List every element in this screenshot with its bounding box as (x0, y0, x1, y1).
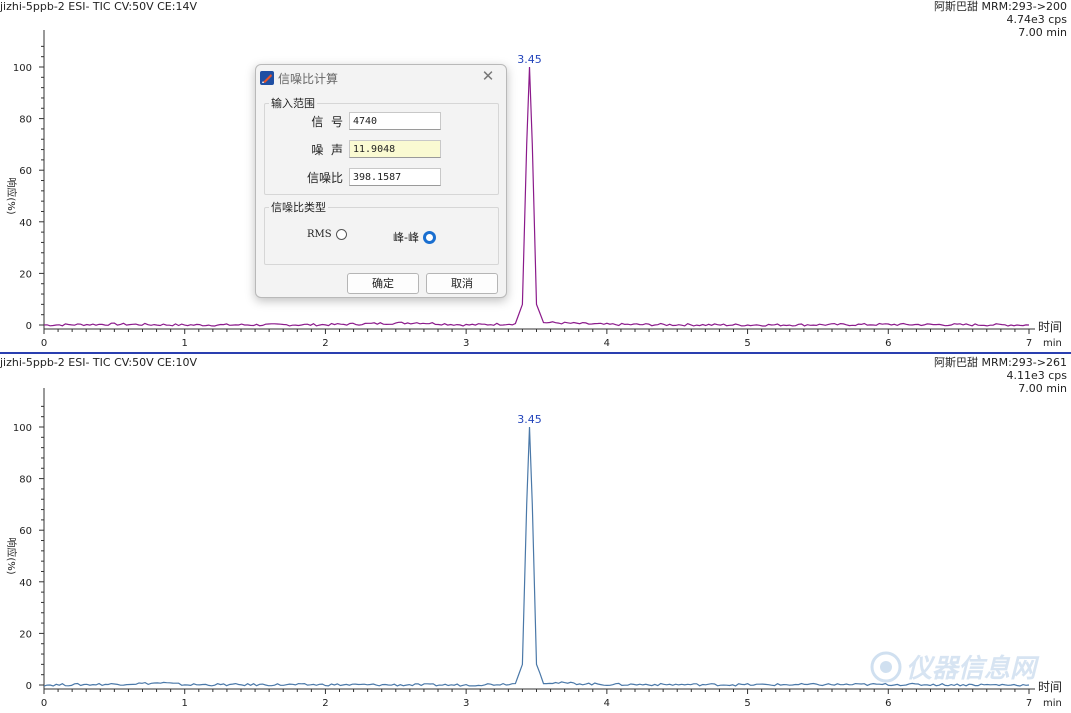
top-y-tick-label: 0 (26, 321, 32, 332)
watermark-logo-icon (870, 651, 902, 682)
snr-type-group: 信噪比类型 RMS 峰-峰 (264, 199, 499, 265)
top-x-tick-label: 2 (322, 338, 328, 349)
bottom-x-tick-label: 3 (463, 698, 469, 709)
bottom-x-tick-label: 4 (604, 698, 610, 709)
app-logo-icon (260, 71, 274, 85)
bottom-y-tick-label: 60 (19, 526, 32, 537)
top-x-tick-label: 5 (744, 338, 750, 349)
bottom-peak-label: 3.45 (517, 413, 542, 426)
peak-to-peak-option[interactable]: 峰-峰 (393, 229, 436, 245)
peak-to-peak-radio[interactable] (422, 230, 436, 244)
dialog-titlebar: 信噪比计算 (260, 69, 338, 87)
bottom-y-tick-label: 0 (26, 681, 32, 692)
top-x-tick-label: 4 (604, 338, 610, 349)
bottom-x-tick-label: 0 (41, 698, 47, 709)
close-icon[interactable]: ✕ (480, 68, 496, 84)
snr-type-legend: 信噪比类型 (269, 199, 328, 215)
bottom-x-tick-label: 2 (322, 698, 328, 709)
top-x-tick-label: 0 (41, 338, 47, 349)
top-x-unit-label: 时间 (1038, 320, 1062, 334)
top-x-unit-sub: min (1043, 338, 1062, 349)
top-y-tick-label: 20 (19, 269, 32, 280)
bottom-x-unit-sub: min (1043, 698, 1062, 709)
bottom-y-tick-label: 100 (13, 423, 32, 434)
ok-button[interactable]: 确定 (347, 273, 419, 294)
rms-radio[interactable] (335, 229, 347, 240)
peak-to-peak-label: 峰-峰 (393, 231, 419, 244)
bottom-x-tick-label: 6 (885, 698, 891, 709)
signal-field[interactable]: 4740 (349, 112, 441, 130)
watermark: 仪器信息网 (868, 648, 1036, 685)
dialog-title: 信噪比计算 (278, 71, 339, 86)
chromatogram-charts: 020406080100响应(%)0 1 2 3 4 5 6 7时间min3.45020406… (5, 30, 1062, 709)
top-y-tick-label: 40 (19, 218, 32, 229)
top-x-tick-label: 3 (463, 338, 469, 349)
noise-row: 噪 声 11.9048 (265, 139, 441, 159)
bottom-y-tick-label: 80 (19, 475, 32, 486)
bottom-x-tick-label: 5 (744, 698, 750, 709)
top-x-tick-label: 1 (182, 338, 188, 349)
snr-field[interactable]: 398.1587 (349, 168, 441, 186)
noise-label: 噪 声 (311, 142, 343, 157)
snr-dialog: 信噪比计算 ✕ 输入范围 信 号 4740 噪 声 11.9048 信噪比 39… (255, 64, 507, 298)
top-x-tick-label: 6 (885, 338, 891, 349)
rms-option[interactable]: RMS (307, 229, 347, 240)
snr-label: 信噪比 (306, 170, 343, 185)
snr-row: 信噪比 398.1587 (265, 167, 441, 187)
bottom-y-tick-label: 20 (19, 629, 32, 640)
rms-label: RMS (307, 229, 332, 240)
top-y-tick-label: 60 (19, 166, 32, 177)
signal-label: 信 号 (311, 114, 343, 129)
input-range-group: 输入范围 信 号 4740 噪 声 11.9048 信噪比 398.1587 (264, 95, 499, 195)
bottom-y-tick-label: 40 (19, 578, 32, 589)
top-y-tick-label: 80 (19, 115, 32, 126)
top-y-axis-label: 响应(%) (5, 177, 18, 214)
noise-field[interactable]: 11.9048 (349, 140, 441, 158)
top-y-tick-label: 100 (13, 63, 32, 74)
signal-row: 信 号 4740 (265, 111, 441, 131)
top-x-tick-label: 7 (1026, 338, 1032, 349)
top-series-line (43, 66, 1030, 327)
bottom-y-axis-label: 响应(%) (5, 537, 18, 574)
bottom-x-tick-label: 1 (182, 698, 188, 709)
cancel-button[interactable]: 取消 (426, 273, 498, 294)
bottom-x-tick-label: 7 (1026, 698, 1032, 709)
watermark-text: 仪器信息网 (906, 654, 1037, 684)
bottom-x-unit-label: 时间 (1038, 680, 1062, 694)
top-peak-label: 3.45 (517, 53, 542, 66)
input-range-legend: 输入范围 (269, 95, 317, 111)
